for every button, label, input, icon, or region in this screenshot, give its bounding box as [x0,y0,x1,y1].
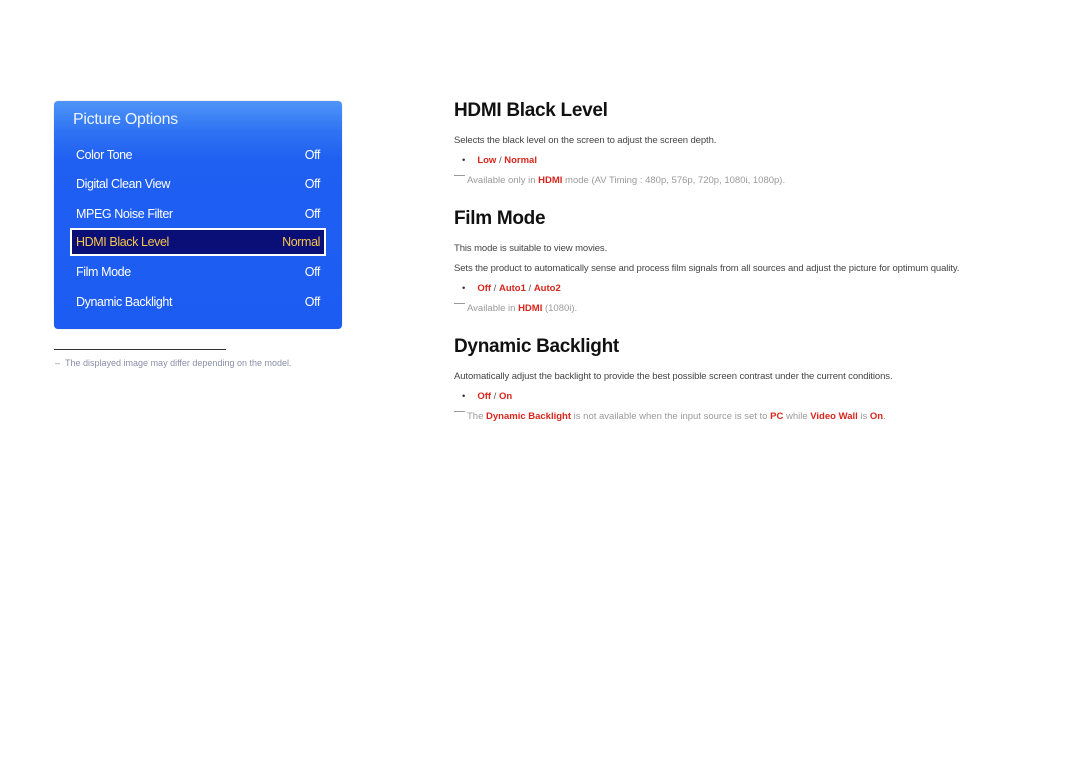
menu-item-label: Film Mode [76,265,131,279]
section-desc: This mode is suitable to view movies. [454,243,608,254]
menu-item-value: Normal [282,235,320,249]
menu-item-hdmi-black-level[interactable]: HDMI Black Level Normal [70,228,326,256]
option-list: • Off / On [462,391,513,402]
note-dash-icon [454,175,465,176]
menu-item-digital-clean-view[interactable]: Digital Clean View Off [70,171,326,197]
menu-item-value: Off [304,207,321,221]
menu-item-mpeg-noise-filter[interactable]: MPEG Noise Filter Off [70,201,326,227]
note-dash-icon [454,303,465,304]
option-list: • Off / Auto1 / Auto2 [462,283,561,294]
menu-item-value: Off [304,177,321,191]
panel-title: Picture Options [73,111,178,128]
menu-item-label: HDMI Black Level [76,235,169,249]
section-note: The Dynamic Backlight is not available w… [454,411,886,422]
menu-item-value: Off [304,265,321,279]
menu-item-label: MPEG Noise Filter [76,207,173,221]
section-desc: Selects the black level on the screen to… [454,135,717,146]
section-desc: Automatically adjust the backlight to pr… [454,371,893,382]
dash-icon: – [55,358,66,368]
section-note: Available only in HDMI mode (AV Timing :… [454,175,785,186]
section-title-dynamic-backlight: Dynamic Backlight [454,336,619,357]
menu-item-label: Digital Clean View [76,177,171,191]
menu-item-dynamic-backlight[interactable]: Dynamic Backlight Off [70,289,326,315]
section-desc: Sets the product to automatically sense … [454,263,960,274]
footnote: – The displayed image may differ dependi… [55,358,292,368]
section-title-hdmi-black-level: HDMI Black Level [454,100,608,121]
bullet-icon: • [462,391,466,402]
note-dash-icon [454,411,465,412]
menu-item-film-mode[interactable]: Film Mode Off [70,259,326,285]
menu-item-label: Color Tone [76,148,133,162]
menu-item-value: Off [304,148,321,162]
section-note: Available in HDMI (1080i). [454,303,577,314]
menu-item-color-tone[interactable]: Color Tone Off [70,142,326,168]
menu-item-value: Off [304,295,321,309]
bullet-icon: • [462,155,466,166]
bullet-icon: • [462,283,466,294]
section-title-film-mode: Film Mode [454,208,546,229]
option-list: • Low / Normal [462,155,537,166]
picture-options-panel: Picture Options Color Tone Off Digital C… [54,101,342,329]
footnote-divider [54,349,226,350]
menu-item-label: Dynamic Backlight [76,295,173,309]
